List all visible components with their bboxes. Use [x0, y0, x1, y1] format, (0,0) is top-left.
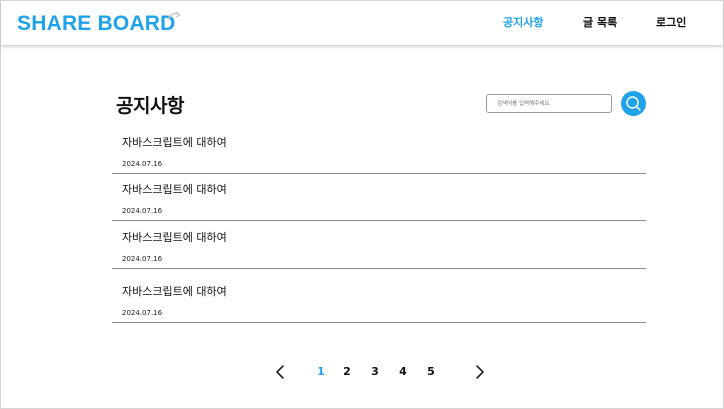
- chevron-right-icon[interactable]: [474, 364, 486, 380]
- page-title: 공지사항: [116, 95, 184, 117]
- post-date: 2024.07.16: [122, 309, 163, 317]
- post-list-item[interactable]: 자바스크립트에 대하여 2024.07.16: [112, 269, 646, 323]
- search-input[interactable]: [486, 94, 612, 113]
- post-list-item[interactable]: 자바스크립트에 대하여 2024.07.16: [112, 221, 646, 269]
- post-title[interactable]: 자바스크립트에 대하여: [122, 285, 227, 299]
- nav-login[interactable]: 로그인: [656, 16, 686, 30]
- post-title[interactable]: 자바스크립트에 대하여: [122, 183, 227, 197]
- post-title[interactable]: 자바스크립트에 대하여: [122, 136, 227, 150]
- site-logo[interactable]: SHARE BOARD: [17, 11, 176, 37]
- nav-notice[interactable]: 공지사항: [503, 16, 543, 30]
- chevron-left-icon[interactable]: [274, 364, 286, 380]
- search-button[interactable]: [621, 91, 646, 116]
- post-date: 2024.07.16: [122, 255, 163, 263]
- page-3-link[interactable]: 3: [368, 365, 382, 379]
- post-list-item[interactable]: 자바스크립트에 대하여 2024.07.16: [112, 130, 646, 174]
- post-date: 2024.07.16: [122, 160, 163, 168]
- page-5-link[interactable]: 5: [424, 365, 438, 379]
- site-header: SHARE BOARD 공지사항 글 목록 로그인: [1, 1, 723, 45]
- page-2-link[interactable]: 2: [340, 365, 354, 379]
- nav-post-list[interactable]: 글 목록: [583, 16, 617, 30]
- post-title[interactable]: 자바스크립트에 대하여: [122, 231, 227, 245]
- page-4-link[interactable]: 4: [396, 365, 410, 379]
- post-list-item[interactable]: 자바스크립트에 대하여 2024.07.16: [112, 174, 646, 221]
- logo-swoosh-icon: [167, 11, 181, 21]
- page-1-link[interactable]: 1: [314, 365, 328, 379]
- search-icon: [626, 96, 641, 111]
- post-date: 2024.07.16: [122, 207, 163, 215]
